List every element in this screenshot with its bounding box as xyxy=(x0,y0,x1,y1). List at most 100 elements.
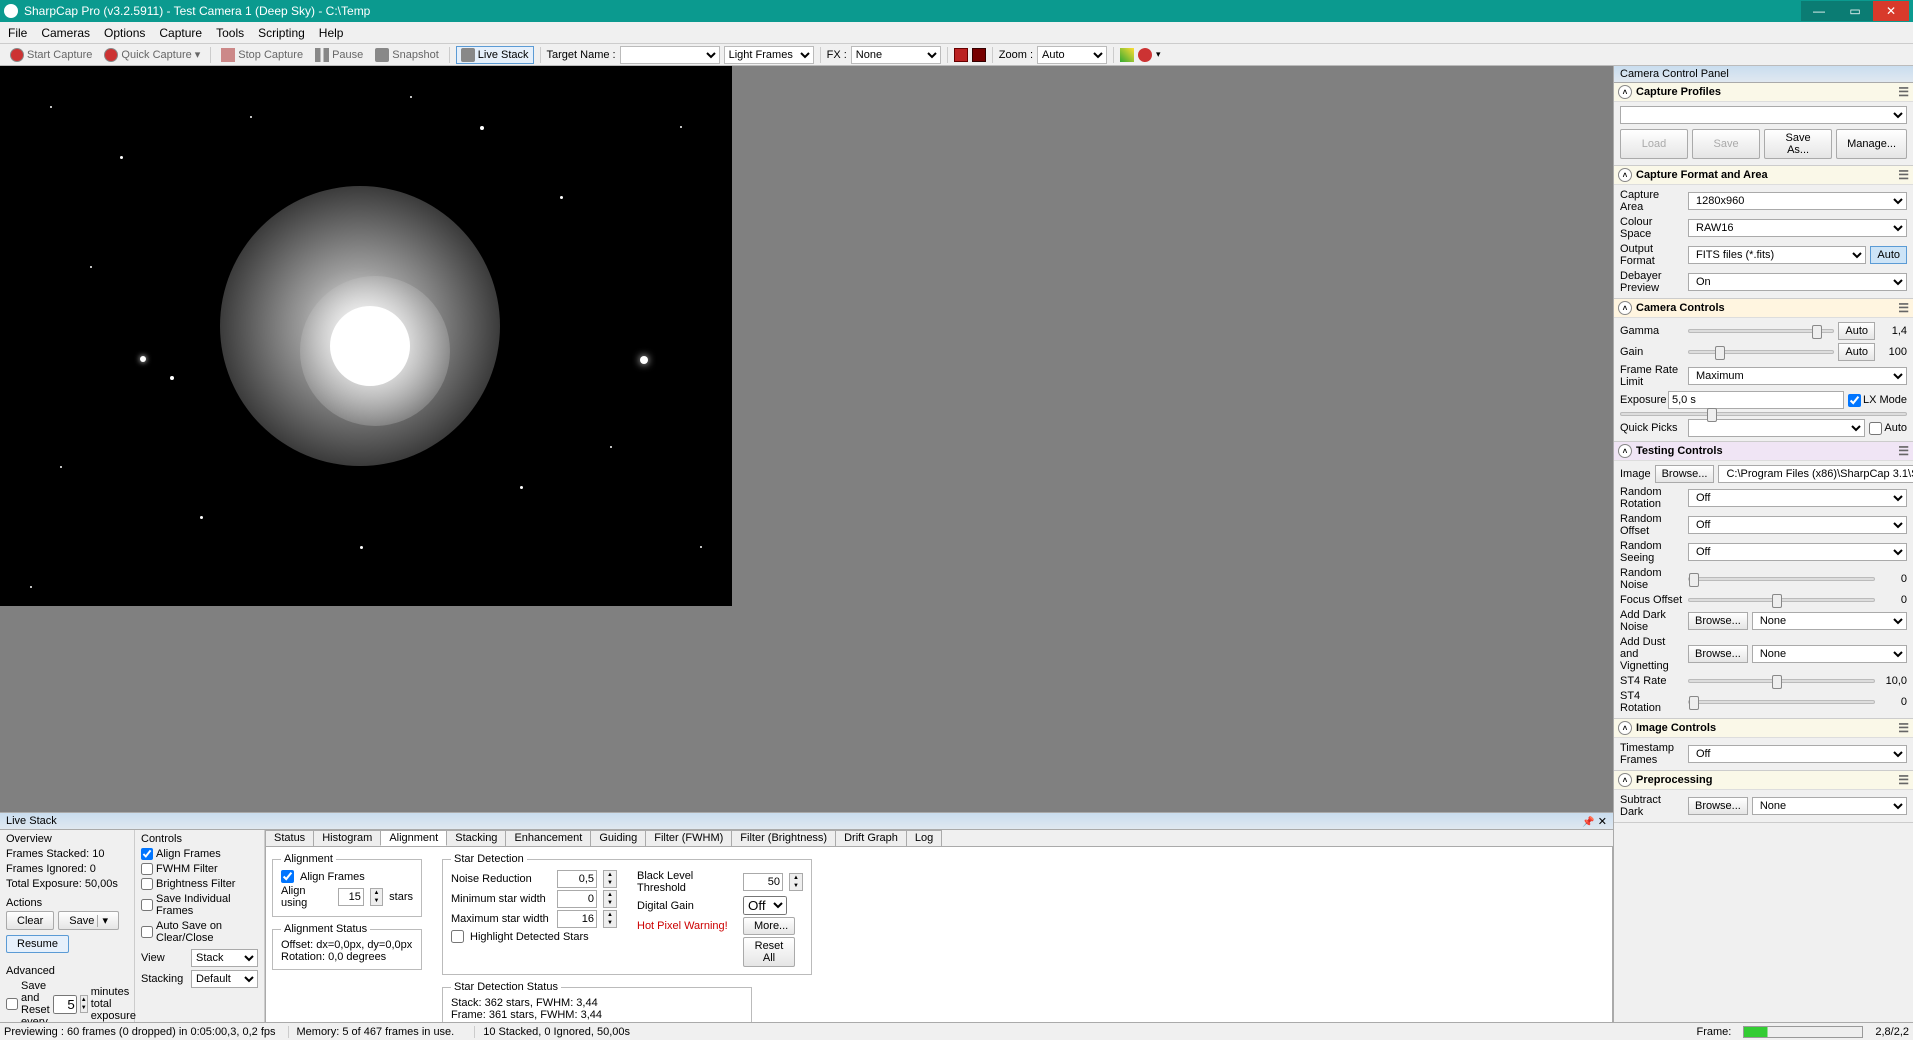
more-button[interactable]: More... xyxy=(743,917,795,935)
save-reset-checkbox[interactable] xyxy=(6,998,18,1010)
dark-noise-select[interactable]: None xyxy=(1752,612,1907,630)
quick-auto-checkbox[interactable] xyxy=(1869,422,1882,435)
capture-format-header[interactable]: ˄Capture Format and Area☰ xyxy=(1614,166,1913,185)
profile-select[interactable] xyxy=(1620,106,1907,124)
exposure-slider[interactable] xyxy=(1620,412,1907,416)
menu-tools[interactable]: Tools xyxy=(216,26,244,40)
reticule-icon[interactable] xyxy=(1138,48,1152,62)
save-profile-button[interactable]: Save xyxy=(1692,129,1760,159)
hamburger-icon[interactable]: ☰ xyxy=(1898,773,1909,787)
noise-reduction-input[interactable] xyxy=(557,870,597,888)
brightness-filter-checkbox[interactable] xyxy=(141,878,153,890)
align-stars-spinner[interactable]: ▲▼ xyxy=(370,888,383,906)
save-reset-value[interactable] xyxy=(53,995,77,1014)
hamburger-icon[interactable]: ☰ xyxy=(1898,301,1909,315)
menu-file[interactable]: File xyxy=(8,26,27,40)
close-panel-icon[interactable]: ✕ xyxy=(1598,816,1607,828)
quick-capture-button[interactable]: Quick Capture ▾ xyxy=(100,47,204,63)
timestamp-select[interactable]: Off xyxy=(1688,745,1907,763)
hamburger-icon[interactable]: ☰ xyxy=(1898,444,1909,458)
menu-scripting[interactable]: Scripting xyxy=(258,26,305,40)
tab-histogram[interactable]: Histogram xyxy=(313,830,381,846)
gamma-auto-button[interactable]: Auto xyxy=(1838,322,1875,340)
highlight-detected-checkbox[interactable] xyxy=(451,930,464,943)
image-browse-button[interactable]: Browse... xyxy=(1655,465,1715,483)
dark-browse-button[interactable]: Browse... xyxy=(1688,612,1748,630)
fx-select[interactable]: None xyxy=(851,46,941,64)
pin-icon[interactable]: 📌 xyxy=(1582,817,1594,828)
tab-enhancement[interactable]: Enhancement xyxy=(505,830,591,846)
subtract-dark-select[interactable]: None xyxy=(1752,797,1907,815)
subtract-dark-browse-button[interactable]: Browse... xyxy=(1688,797,1748,815)
random-rotation-select[interactable]: Off xyxy=(1688,489,1907,507)
snapshot-button[interactable]: Snapshot xyxy=(371,47,442,63)
capture-area-select[interactable]: 1280x960 xyxy=(1688,192,1907,210)
dust-browse-button[interactable]: Browse... xyxy=(1688,645,1748,663)
capture-profiles-header[interactable]: ˄Capture Profiles☰ xyxy=(1614,83,1913,102)
minimize-button[interactable]: — xyxy=(1801,1,1837,21)
clear-button[interactable]: Clear xyxy=(6,911,54,930)
tab-stacking[interactable]: Stacking xyxy=(446,830,506,846)
menu-help[interactable]: Help xyxy=(319,26,344,40)
stop-capture-button[interactable]: Stop Capture xyxy=(217,47,307,63)
align-frames-checkbox[interactable] xyxy=(141,848,153,860)
exposure-input[interactable] xyxy=(1668,391,1844,409)
random-offset-select[interactable]: Off xyxy=(1688,516,1907,534)
hamburger-icon[interactable]: ☰ xyxy=(1898,168,1909,182)
lx-mode-checkbox[interactable] xyxy=(1848,394,1861,407)
min-width-input[interactable] xyxy=(557,890,597,908)
reset-all-button[interactable]: Reset All xyxy=(743,937,795,967)
align-stars-count[interactable] xyxy=(338,888,364,906)
tab-guiding[interactable]: Guiding xyxy=(590,830,646,846)
preview-area[interactable] xyxy=(0,66,1613,812)
live-stack-button[interactable]: Live Stack xyxy=(456,46,534,64)
tab-drift-graph[interactable]: Drift Graph xyxy=(835,830,907,846)
menu-cameras[interactable]: Cameras xyxy=(41,26,90,40)
frame-type-select[interactable]: Light Frames xyxy=(724,46,814,64)
save-individual-checkbox[interactable] xyxy=(141,899,153,911)
stacking-select[interactable]: Default xyxy=(191,970,258,988)
menu-capture[interactable]: Capture xyxy=(159,26,202,40)
view-select[interactable]: Stack xyxy=(191,949,258,967)
frame-rate-select[interactable]: Maximum xyxy=(1688,367,1907,385)
gain-slider[interactable] xyxy=(1688,350,1834,354)
save-reset-spinner[interactable]: ▲▼ xyxy=(80,995,88,1013)
gain-auto-button[interactable]: Auto xyxy=(1838,343,1875,361)
output-auto-button[interactable]: Auto xyxy=(1870,246,1907,264)
tab-filter-brightness[interactable]: Filter (Brightness) xyxy=(731,830,836,846)
histogram-icon[interactable] xyxy=(1120,48,1134,62)
tab-alignment[interactable]: Alignment xyxy=(380,830,447,846)
output-format-select[interactable]: FITS files (*.fits) xyxy=(1688,246,1866,264)
close-button[interactable]: ✕ xyxy=(1873,1,1909,21)
random-seeing-select[interactable]: Off xyxy=(1688,543,1907,561)
manage-button[interactable]: Manage... xyxy=(1836,129,1907,159)
debayer-select[interactable]: On xyxy=(1688,273,1907,291)
tab-status[interactable]: Status xyxy=(265,830,314,846)
focus-offset-slider[interactable] xyxy=(1688,598,1875,602)
max-width-input[interactable] xyxy=(557,910,597,928)
hamburger-icon[interactable]: ☰ xyxy=(1898,721,1909,735)
darkred-square-icon[interactable] xyxy=(972,48,986,62)
digital-gain-select[interactable]: Off xyxy=(743,896,787,915)
colour-space-select[interactable]: RAW16 xyxy=(1688,219,1907,237)
tab-filter-fwhm[interactable]: Filter (FWHM) xyxy=(645,830,732,846)
black-level-input[interactable] xyxy=(743,873,783,891)
random-noise-slider[interactable] xyxy=(1688,577,1875,581)
auto-save-checkbox[interactable] xyxy=(141,926,153,938)
st4-rate-slider[interactable] xyxy=(1688,679,1875,683)
maximize-button[interactable]: ▭ xyxy=(1837,1,1873,21)
image-path-select[interactable]: C:\Program Files (x86)\SharpCap 3.1\Sa..… xyxy=(1718,465,1913,483)
camera-controls-header[interactable]: ˄Camera Controls☰ xyxy=(1614,299,1913,318)
red-square-icon[interactable] xyxy=(954,48,968,62)
hamburger-icon[interactable]: ☰ xyxy=(1898,85,1909,99)
align-frames-checkbox2[interactable] xyxy=(281,870,294,883)
resume-button[interactable]: Resume xyxy=(6,935,69,953)
preprocessing-header[interactable]: ˄Preprocessing☰ xyxy=(1614,771,1913,790)
zoom-select[interactable]: Auto xyxy=(1037,46,1107,64)
start-capture-button[interactable]: Start Capture xyxy=(6,47,96,63)
save-as-button[interactable]: Save As... xyxy=(1764,129,1832,159)
load-button[interactable]: Load xyxy=(1620,129,1688,159)
save-button[interactable]: Save ▾ xyxy=(58,911,119,930)
testing-controls-header[interactable]: ˄Testing Controls☰ xyxy=(1614,442,1913,461)
target-name-select[interactable] xyxy=(620,46,720,64)
